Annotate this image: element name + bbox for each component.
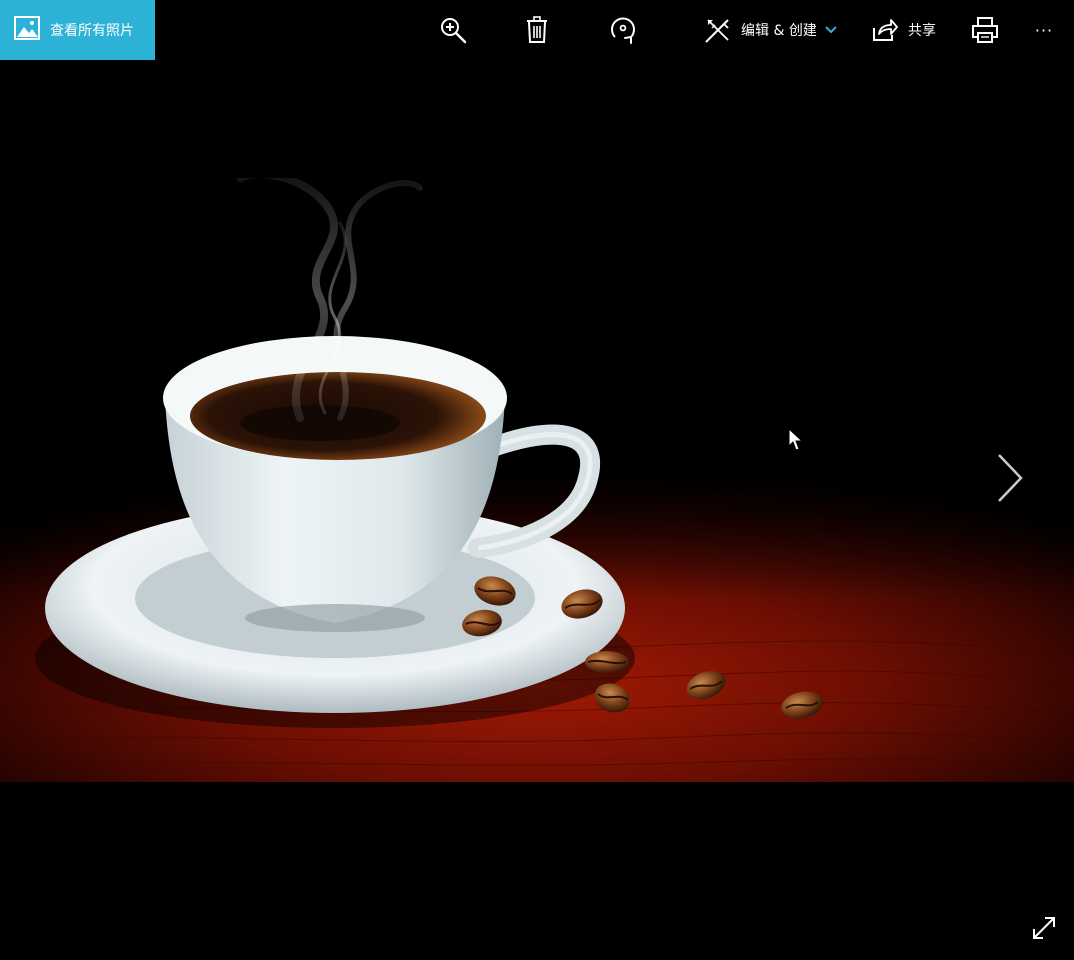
edit-create-label: 编辑 & 创建: [741, 23, 817, 39]
zoom-in-icon: [439, 16, 467, 44]
fullscreen-button[interactable]: [1026, 910, 1062, 950]
expand-icon: [1031, 915, 1057, 945]
more-options-button[interactable]: ···: [1026, 0, 1062, 60]
photo-viewer-window: 查看所有照片 编辑 & 创建 共享 ···: [0, 0, 1074, 960]
trash-icon: [526, 16, 548, 44]
next-photo-button[interactable]: [990, 448, 1030, 512]
more-label: ···: [1034, 20, 1054, 40]
edit-create-icon: [704, 16, 732, 44]
share-icon: [872, 18, 898, 42]
zoom-button[interactable]: [436, 0, 470, 60]
view-all-photos-label: 查看所有照片: [50, 23, 134, 39]
rotate-icon: [609, 15, 637, 45]
print-icon: [971, 16, 999, 44]
edit-create-button[interactable]: 编辑 & 创建: [704, 0, 850, 60]
view-all-photos-button[interactable]: 查看所有照片: [0, 0, 155, 60]
share-button[interactable]: 共享: [872, 0, 944, 60]
chevron-down-icon: [825, 26, 837, 34]
coffee-cup-photo: [0, 178, 1074, 782]
toolbar: 查看所有照片 编辑 & 创建 共享 ···: [0, 0, 1074, 60]
rotate-button[interactable]: [606, 0, 640, 60]
chevron-right-icon: [997, 453, 1023, 507]
photos-app-icon: [14, 15, 40, 45]
print-button[interactable]: [968, 0, 1002, 60]
delete-button[interactable]: [522, 0, 552, 60]
share-label: 共享: [908, 23, 936, 39]
